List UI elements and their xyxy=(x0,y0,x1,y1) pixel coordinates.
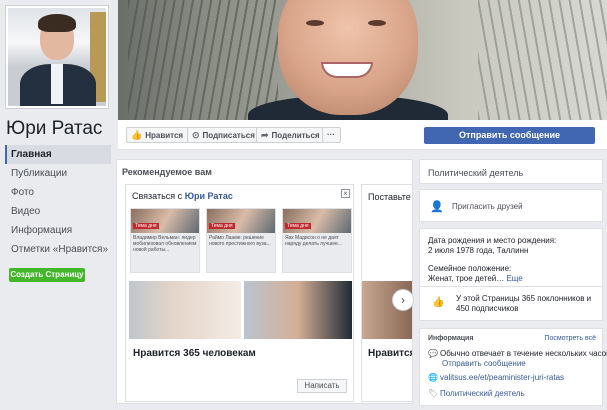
topic-badge: Тема дня xyxy=(209,223,235,229)
card-photo[interactable] xyxy=(244,281,352,339)
cover-photo[interactable] xyxy=(118,0,607,120)
post-thumbnail[interactable]: Тема дня Владимир Вельман: лидер мобилиз… xyxy=(130,208,200,273)
photo-hair xyxy=(38,14,76,32)
subscribe-button[interactable]: ⊙ Подписаться xyxy=(187,127,261,143)
reply-time: Обычно отвечает в течение нескольких час… xyxy=(440,349,607,358)
nav-item-likes[interactable]: Отметки «Нравится» xyxy=(5,240,111,259)
profile-photo xyxy=(8,8,106,106)
fans-count: У этой Страницы 365 поклонников и 450 по… xyxy=(456,294,592,313)
add-friend-icon: 👤 xyxy=(430,201,444,213)
family-text: Женат, трое детей… xyxy=(428,274,505,283)
rss-icon: ⊙ xyxy=(192,130,200,140)
card2-likes: Нравится xyxy=(368,348,413,359)
category-row: 🏷 Политический деятель xyxy=(428,389,525,398)
card-heading: Связаться с Юри Ратас xyxy=(132,191,233,201)
photo-shirt xyxy=(51,64,63,104)
info-box: Информация Посмотреть всё 💬 Обычно отвеча… xyxy=(419,328,607,406)
cover-trees-left xyxy=(128,0,278,120)
family-value: Женат, трое детей… Еще xyxy=(428,274,523,283)
thumbnail-text: Яак Мадисон о не дает наряду делать лучш… xyxy=(285,235,342,247)
thumbnail-image: Тема дня xyxy=(131,209,199,233)
more-button[interactable]: ··· xyxy=(322,127,341,143)
category-box: Политический деятель xyxy=(419,159,603,184)
nav-item-videos[interactable]: Видео xyxy=(5,202,111,221)
write-button[interactable]: Написать xyxy=(297,379,347,393)
thumbs-up-icon: 👍 xyxy=(131,130,143,140)
invite-friends-link[interactable]: Пригласить друзей xyxy=(452,202,523,211)
nav-item-home[interactable]: Главная xyxy=(5,145,111,164)
website-row: 🌐 valitsus.ee/et/peaminister-juri-ratas xyxy=(428,373,564,382)
cover-eye xyxy=(368,20,386,26)
close-icon[interactable]: × xyxy=(341,189,350,198)
globe-icon: 🌐 xyxy=(428,373,438,382)
like-button[interactable]: 👍 Нравится xyxy=(126,127,190,143)
like-label: Нравится xyxy=(145,131,184,140)
tag-icon: 🏷 xyxy=(428,389,439,398)
topic-badge: Тема дня xyxy=(285,223,311,229)
profile-picture[interactable] xyxy=(5,5,109,109)
thumbnail-text: Раймо Лааме: решение нового престижного … xyxy=(209,235,271,247)
info-title: Информация xyxy=(428,335,474,342)
card-photo[interactable] xyxy=(129,281,241,339)
cover-face xyxy=(278,0,418,115)
create-page-button[interactable]: Создать Страницу xyxy=(9,268,85,282)
likes-count: Нравится 365 человекам xyxy=(133,348,256,359)
family-label: Семейное положение: xyxy=(428,264,512,273)
send-message-link[interactable]: Отправить сообщение xyxy=(442,359,526,368)
thumbnail-image: Тема дня xyxy=(283,209,351,233)
recommended-title: Рекомендуемое вам xyxy=(122,167,212,177)
recommended-section: Рекомендуемое вам Связаться с Юри Ратас … xyxy=(116,159,413,404)
birth-value: 2 июля 1978 года, Таллинн xyxy=(428,246,529,255)
send-message-button[interactable]: Отправить сообщение xyxy=(424,127,595,144)
left-nav: Главная Публикации Фото Видео Информация… xyxy=(5,145,111,259)
recommended-card: Связаться с Юри Ратас × Тема дня Владими… xyxy=(125,184,354,402)
cover-trees-right xyxy=(478,0,607,120)
share-icon: ➦ xyxy=(261,130,269,140)
nav-item-about[interactable]: Информация xyxy=(5,221,111,240)
card2-heading: Поставьте э xyxy=(368,192,413,202)
about-box: Дата рождения и место рождения: 2 июля 1… xyxy=(419,228,603,287)
card-heading-link[interactable]: Юри Ратас xyxy=(185,191,233,201)
thumbnail-text: Владимир Вельман: лидер мобилизовал обно… xyxy=(133,235,197,253)
more-link[interactable]: Еще xyxy=(506,274,522,283)
cover-smile xyxy=(321,62,373,78)
see-all-link[interactable]: Посмотреть всё xyxy=(544,335,596,342)
topic-badge: Тема дня xyxy=(133,223,159,229)
thumbs-up-icon: 👍 xyxy=(432,297,445,308)
birth-label: Дата рождения и место рождения: xyxy=(428,236,557,245)
card-heading-prefix: Связаться с xyxy=(132,191,183,201)
thumbnail-image: Тема дня xyxy=(207,209,275,233)
chevron-right-icon[interactable]: › xyxy=(392,289,414,311)
invite-box[interactable]: 👤 Пригласить друзей xyxy=(419,189,603,222)
category-label: Политический деятель xyxy=(428,168,524,178)
category-link[interactable]: Политический деятель xyxy=(440,389,525,398)
share-label: Поделиться xyxy=(271,131,320,140)
chat-icon: 💬 xyxy=(428,349,438,358)
website-link[interactable]: valitsus.ee/et/peaminister-juri-ratas xyxy=(440,373,564,382)
post-thumbnail[interactable]: Тема дня Раймо Лааме: решение нового пре… xyxy=(206,208,276,273)
nav-item-photos[interactable]: Фото xyxy=(5,183,111,202)
post-thumbnail[interactable]: Тема дня Яак Мадисон о не дает наряду де… xyxy=(282,208,352,273)
fans-box: 👍 У этой Страницы 365 поклонников и 450 … xyxy=(419,287,603,321)
share-button[interactable]: ➦ Поделиться xyxy=(256,127,326,143)
nav-item-posts[interactable]: Публикации xyxy=(5,164,111,183)
page-title[interactable]: Юри Ратас xyxy=(6,118,102,140)
cover-eye xyxy=(306,20,324,26)
reply-time-row: 💬 Обычно отвечает в течение нескольких ча… xyxy=(428,349,607,358)
subscribe-label: Подписаться xyxy=(202,131,255,140)
